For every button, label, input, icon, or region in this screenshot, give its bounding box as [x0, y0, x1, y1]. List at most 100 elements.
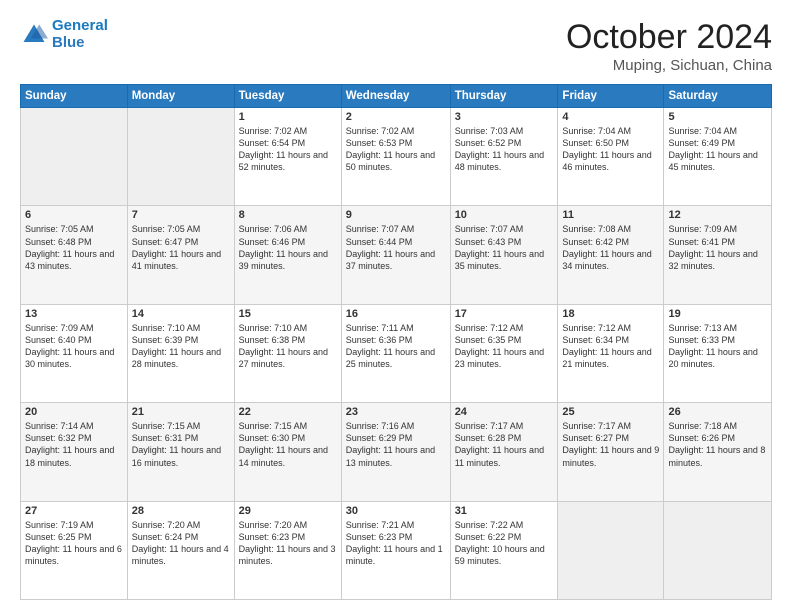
calendar-cell: 18 Sunrise: 7:12 AMSunset: 6:34 PMDayligh…	[558, 304, 664, 402]
day-info: Sunrise: 7:04 AMSunset: 6:49 PMDaylight:…	[668, 125, 767, 174]
calendar-cell: 9 Sunrise: 7:07 AMSunset: 6:44 PMDaylight…	[341, 206, 450, 304]
day-info: Sunrise: 7:18 AMSunset: 6:26 PMDaylight:…	[668, 420, 767, 469]
day-info: Sunrise: 7:05 AMSunset: 6:48 PMDaylight:…	[25, 223, 123, 272]
day-number: 15	[239, 308, 337, 320]
logo: General Blue	[20, 18, 108, 51]
day-number: 1	[239, 111, 337, 123]
calendar-cell: 5 Sunrise: 7:04 AMSunset: 6:49 PMDaylight…	[664, 108, 772, 206]
day-number: 28	[132, 505, 230, 517]
day-info: Sunrise: 7:19 AMSunset: 6:25 PMDaylight:…	[25, 519, 123, 568]
day-info: Sunrise: 7:15 AMSunset: 6:31 PMDaylight:…	[132, 420, 230, 469]
calendar-cell: 12Sunrise: 7:09 AMSunset: 6:41 PMDayligh…	[664, 206, 772, 304]
calendar-cell: 2 Sunrise: 7:02 AMSunset: 6:53 PMDaylight…	[341, 108, 450, 206]
day-number: 29	[239, 505, 337, 517]
day-info: Sunrise: 7:03 AMSunset: 6:52 PMDaylight:…	[455, 125, 554, 174]
day-number: 3	[455, 111, 554, 123]
day-number: 31	[455, 505, 554, 517]
header-day-friday: Friday	[558, 85, 664, 108]
calendar-cell	[21, 108, 128, 206]
calendar-table: SundayMondayTuesdayWednesdayThursdayFrid…	[20, 84, 772, 600]
calendar-cell: 1Sunrise: 7:02 AMSunset: 6:54 PMDaylight…	[234, 108, 341, 206]
day-info: Sunrise: 7:12 AMSunset: 6:34 PMDaylight:…	[562, 322, 659, 371]
logo-blue: Blue	[52, 34, 85, 51]
calendar-cell: 27 Sunrise: 7:19 AMSunset: 6:25 PMDayligh…	[21, 501, 128, 599]
day-number: 16	[346, 308, 446, 320]
calendar-cell: 23Sunrise: 7:16 AMSunset: 6:29 PMDayligh…	[341, 403, 450, 501]
calendar-cell: 3 Sunrise: 7:03 AMSunset: 6:52 PMDaylight…	[450, 108, 558, 206]
day-number: 6	[25, 209, 123, 221]
calendar-cell: 8Sunrise: 7:06 AMSunset: 6:46 PMDaylight…	[234, 206, 341, 304]
day-info: Sunrise: 7:17 AMSunset: 6:27 PMDaylight:…	[562, 420, 659, 469]
calendar-week-row: 27 Sunrise: 7:19 AMSunset: 6:25 PMDayligh…	[21, 501, 772, 599]
day-number: 8	[239, 209, 337, 221]
calendar-cell	[664, 501, 772, 599]
day-info: Sunrise: 7:21 AMSunset: 6:23 PMDaylight:…	[346, 519, 446, 568]
header-day-monday: Monday	[127, 85, 234, 108]
calendar-cell	[127, 108, 234, 206]
calendar-cell: 26Sunrise: 7:18 AMSunset: 6:26 PMDayligh…	[664, 403, 772, 501]
calendar-cell: 31 Sunrise: 7:22 AMSunset: 6:22 PMDayligh…	[450, 501, 558, 599]
day-info: Sunrise: 7:17 AMSunset: 6:28 PMDaylight:…	[455, 420, 554, 469]
calendar-cell: 11Sunrise: 7:08 AMSunset: 6:42 PMDayligh…	[558, 206, 664, 304]
header-day-sunday: Sunday	[21, 85, 128, 108]
day-number: 23	[346, 406, 446, 418]
day-info: Sunrise: 7:11 AMSunset: 6:36 PMDaylight:…	[346, 322, 446, 371]
day-info: Sunrise: 7:15 AMSunset: 6:30 PMDaylight:…	[239, 420, 337, 469]
header-day-saturday: Saturday	[664, 85, 772, 108]
calendar-week-row: 20 Sunrise: 7:14 AMSunset: 6:32 PMDayligh…	[21, 403, 772, 501]
calendar-title: October 2024	[566, 18, 772, 57]
day-info: Sunrise: 7:22 AMSunset: 6:22 PMDaylight:…	[455, 519, 554, 568]
day-info: Sunrise: 7:20 AMSunset: 6:24 PMDaylight:…	[132, 519, 230, 568]
day-info: Sunrise: 7:09 AMSunset: 6:40 PMDaylight:…	[25, 322, 123, 371]
day-number: 20	[25, 406, 123, 418]
day-info: Sunrise: 7:12 AMSunset: 6:35 PMDaylight:…	[455, 322, 554, 371]
calendar-cell	[558, 501, 664, 599]
calendar-cell: 28 Sunrise: 7:20 AMSunset: 6:24 PMDayligh…	[127, 501, 234, 599]
calendar-cell: 20 Sunrise: 7:14 AMSunset: 6:32 PMDayligh…	[21, 403, 128, 501]
day-number: 22	[239, 406, 337, 418]
day-info: Sunrise: 7:02 AMSunset: 6:53 PMDaylight:…	[346, 125, 446, 174]
day-number: 27	[25, 505, 123, 517]
calendar-cell: 4 Sunrise: 7:04 AMSunset: 6:50 PMDaylight…	[558, 108, 664, 206]
logo-icon	[20, 21, 48, 49]
calendar-cell: 24Sunrise: 7:17 AMSunset: 6:28 PMDayligh…	[450, 403, 558, 501]
day-info: Sunrise: 7:10 AMSunset: 6:38 PMDaylight:…	[239, 322, 337, 371]
day-number: 12	[668, 209, 767, 221]
calendar-cell: 7 Sunrise: 7:05 AMSunset: 6:47 PMDaylight…	[127, 206, 234, 304]
calendar-week-row: 13 Sunrise: 7:09 AMSunset: 6:40 PMDayligh…	[21, 304, 772, 402]
calendar-cell: 6 Sunrise: 7:05 AMSunset: 6:48 PMDaylight…	[21, 206, 128, 304]
day-number: 4	[562, 111, 659, 123]
calendar-cell: 22 Sunrise: 7:15 AMSunset: 6:30 PMDayligh…	[234, 403, 341, 501]
day-number: 18	[562, 308, 659, 320]
day-info: Sunrise: 7:04 AMSunset: 6:50 PMDaylight:…	[562, 125, 659, 174]
calendar-week-row: 6 Sunrise: 7:05 AMSunset: 6:48 PMDaylight…	[21, 206, 772, 304]
day-number: 7	[132, 209, 230, 221]
day-number: 30	[346, 505, 446, 517]
calendar-cell: 30 Sunrise: 7:21 AMSunset: 6:23 PMDayligh…	[341, 501, 450, 599]
calendar-header-row: SundayMondayTuesdayWednesdayThursdayFrid…	[21, 85, 772, 108]
header: General Blue October 2024 Muping, Sichua…	[20, 18, 772, 74]
calendar-cell: 17 Sunrise: 7:12 AMSunset: 6:35 PMDayligh…	[450, 304, 558, 402]
calendar-subtitle: Muping, Sichuan, China	[566, 57, 772, 74]
day-info: Sunrise: 7:05 AMSunset: 6:47 PMDaylight:…	[132, 223, 230, 272]
header-day-wednesday: Wednesday	[341, 85, 450, 108]
calendar-cell: 19Sunrise: 7:13 AMSunset: 6:33 PMDayligh…	[664, 304, 772, 402]
day-number: 5	[668, 111, 767, 123]
day-info: Sunrise: 7:14 AMSunset: 6:32 PMDaylight:…	[25, 420, 123, 469]
day-number: 2	[346, 111, 446, 123]
calendar-cell: 14 Sunrise: 7:10 AMSunset: 6:39 PMDayligh…	[127, 304, 234, 402]
day-info: Sunrise: 7:07 AMSunset: 6:44 PMDaylight:…	[346, 223, 446, 272]
day-info: Sunrise: 7:07 AMSunset: 6:43 PMDaylight:…	[455, 223, 554, 272]
day-info: Sunrise: 7:10 AMSunset: 6:39 PMDaylight:…	[132, 322, 230, 371]
calendar-cell: 16 Sunrise: 7:11 AMSunset: 6:36 PMDayligh…	[341, 304, 450, 402]
day-number: 13	[25, 308, 123, 320]
day-number: 17	[455, 308, 554, 320]
day-number: 14	[132, 308, 230, 320]
header-day-thursday: Thursday	[450, 85, 558, 108]
calendar-cell: 15 Sunrise: 7:10 AMSunset: 6:38 PMDayligh…	[234, 304, 341, 402]
day-number: 25	[562, 406, 659, 418]
logo-text: General Blue	[52, 18, 108, 51]
day-number: 9	[346, 209, 446, 221]
calendar-cell: 13 Sunrise: 7:09 AMSunset: 6:40 PMDayligh…	[21, 304, 128, 402]
header-day-tuesday: Tuesday	[234, 85, 341, 108]
